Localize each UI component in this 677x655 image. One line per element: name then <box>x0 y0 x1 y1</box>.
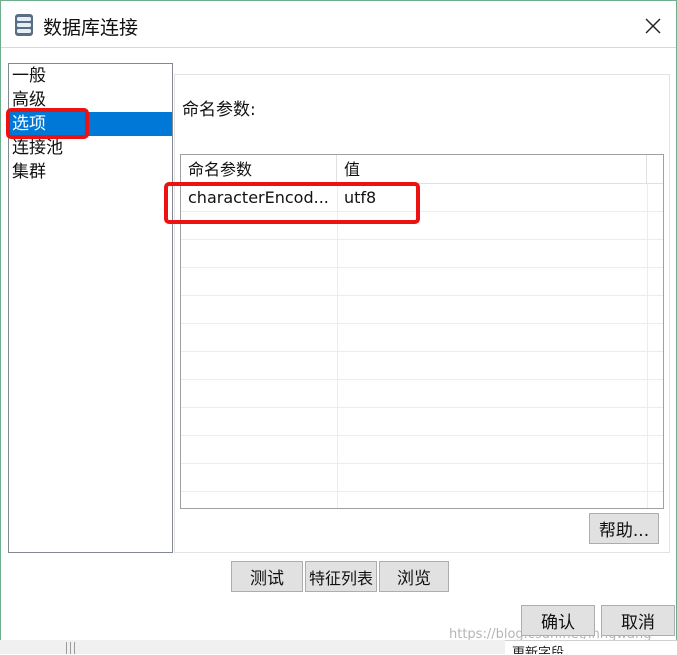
table-body: characterEncod... utf8 <box>181 184 663 508</box>
help-button[interactable]: 帮助... <box>589 513 659 544</box>
feature-list-button[interactable]: 特征列表 <box>305 561 377 592</box>
table-header: 命名参数 值 <box>181 155 663 184</box>
background-text: 更新字段 <box>512 646 565 654</box>
column-header-value[interactable]: 值 <box>337 155 647 183</box>
database-connection-dialog: 数据库连接 一般 高级 选项 连接池 集群 命名参数: 命名参数 值 chara <box>0 0 677 654</box>
splitter-grip <box>70 642 71 654</box>
column-divider <box>647 184 648 508</box>
parameter-value-cell[interactable]: utf8 <box>337 184 647 212</box>
nav-item-connection-pool[interactable]: 连接池 <box>9 136 172 160</box>
named-parameters-label: 命名参数: <box>182 100 256 120</box>
nav-item-advanced[interactable]: 高级 <box>9 88 172 112</box>
close-button[interactable] <box>637 11 669 41</box>
parameters-table[interactable]: 命名参数 值 characterEncod... utf8 <box>180 154 664 509</box>
splitter-grip <box>74 642 75 654</box>
column-header-name[interactable]: 命名参数 <box>181 155 337 183</box>
cancel-button[interactable]: 取消 <box>601 605 675 636</box>
table-row[interactable]: characterEncod... utf8 <box>181 184 663 212</box>
database-icon <box>15 14 33 36</box>
category-list[interactable]: 一般 高级 选项 连接池 集群 <box>8 63 173 553</box>
nav-item-general[interactable]: 一般 <box>9 64 172 88</box>
test-button[interactable]: 测试 <box>231 561 303 592</box>
browse-button[interactable]: 浏览 <box>379 561 449 592</box>
nav-item-cluster[interactable]: 集群 <box>9 160 172 184</box>
close-icon <box>645 18 661 34</box>
ok-button[interactable]: 确认 <box>521 605 595 636</box>
parameter-name-cell[interactable]: characterEncod... <box>181 184 337 212</box>
title-bar: 数据库连接 <box>1 1 676 48</box>
background-window-panel <box>0 640 505 654</box>
column-divider <box>337 184 338 508</box>
splitter-grip <box>66 642 67 654</box>
nav-item-options[interactable]: 选项 <box>9 112 172 136</box>
options-panel: 命名参数: 命名参数 值 characterEncod... utf8 帮助..… <box>174 74 670 553</box>
window-title: 数据库连接 <box>43 17 139 39</box>
